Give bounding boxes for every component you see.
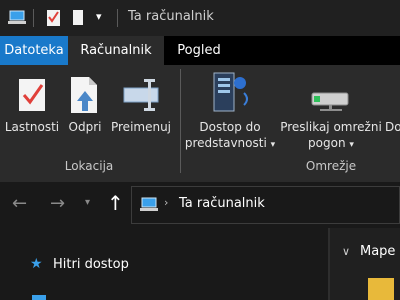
open-label: Odpri bbox=[68, 120, 102, 134]
title-bar: ▾ Ta računalnik bbox=[0, 0, 400, 36]
main-content-pane: ∨ Mape bbox=[330, 228, 400, 300]
rename-button[interactable]: Preimenuj bbox=[108, 73, 174, 143]
new-folder-quick-icon[interactable] bbox=[71, 8, 85, 28]
rename-icon bbox=[123, 79, 159, 111]
tab-file[interactable]: Datoteka bbox=[0, 36, 68, 65]
properties-label: Lastnosti bbox=[4, 120, 60, 134]
media-access-label-line2: predstavnosti ▾ bbox=[184, 136, 276, 150]
rename-label: Preimenuj bbox=[110, 120, 172, 134]
media-access-label-line1: Dostop do bbox=[199, 120, 261, 134]
properties-button[interactable]: Lastnosti bbox=[4, 73, 60, 143]
collapse-chevron-icon[interactable]: ∨ bbox=[342, 245, 350, 258]
add-network-location-label[interactable]: Do bbox=[385, 120, 400, 135]
location-group-label: Lokacija bbox=[64, 159, 114, 173]
computer-icon bbox=[8, 10, 26, 24]
map-drive-label-line1: Preslikaj omrežni bbox=[280, 120, 382, 134]
ribbon: Lastnosti Odpri Preimenuj Lokacija Dosto… bbox=[0, 65, 400, 182]
open-icon bbox=[71, 77, 97, 113]
quick-access-item[interactable]: Hitri dostop bbox=[53, 257, 129, 272]
computer-icon bbox=[140, 197, 158, 211]
address-bar[interactable]: › Ta računalnik bbox=[131, 186, 400, 224]
map-network-drive-button[interactable]: Preslikaj omrežni pogon ▾ bbox=[278, 69, 384, 153]
address-path[interactable]: Ta računalnik bbox=[179, 196, 265, 211]
dropdown-arrow-icon: ▾ bbox=[349, 140, 354, 150]
recent-locations-chevron-icon[interactable]: ▾ bbox=[85, 197, 90, 208]
folders-section-header[interactable]: Mape bbox=[360, 244, 395, 259]
ribbon-group-divider bbox=[180, 69, 181, 173]
window-title: Ta računalnik bbox=[128, 9, 214, 24]
title-divider bbox=[33, 9, 34, 27]
folder-icon[interactable] bbox=[368, 278, 394, 300]
network-drive-icon bbox=[311, 92, 349, 111]
map-drive-label-line2: pogon ▾ bbox=[308, 136, 354, 150]
dropdown-arrow-icon: ▾ bbox=[270, 140, 276, 150]
properties-quick-icon[interactable] bbox=[44, 8, 64, 28]
computer-icon bbox=[32, 295, 46, 300]
open-button[interactable]: Odpri bbox=[62, 73, 108, 143]
properties-icon bbox=[19, 79, 45, 111]
navigation-pane: ★ Hitri dostop bbox=[0, 228, 330, 300]
star-icon: ★ bbox=[30, 256, 43, 272]
customize-toolbar-chevron-icon[interactable]: ▾ bbox=[96, 10, 102, 23]
up-arrow-icon[interactable]: ↑ bbox=[107, 193, 124, 213]
network-group-label: Omrežje bbox=[305, 159, 357, 173]
tab-computer[interactable]: Računalnik bbox=[68, 36, 164, 65]
media-access-button[interactable]: Dostop do predstavnosti ▾ bbox=[184, 69, 276, 153]
title-divider-2 bbox=[117, 9, 118, 27]
ribbon-tab-bar: Datoteka Računalnik Pogled bbox=[0, 36, 400, 65]
forward-arrow-icon[interactable]: → bbox=[50, 195, 65, 213]
media-server-icon bbox=[213, 72, 248, 112]
breadcrumb-chevron-icon[interactable]: › bbox=[164, 196, 168, 209]
back-arrow-icon[interactable]: ← bbox=[12, 195, 27, 213]
tab-view[interactable]: Pogled bbox=[164, 36, 234, 65]
